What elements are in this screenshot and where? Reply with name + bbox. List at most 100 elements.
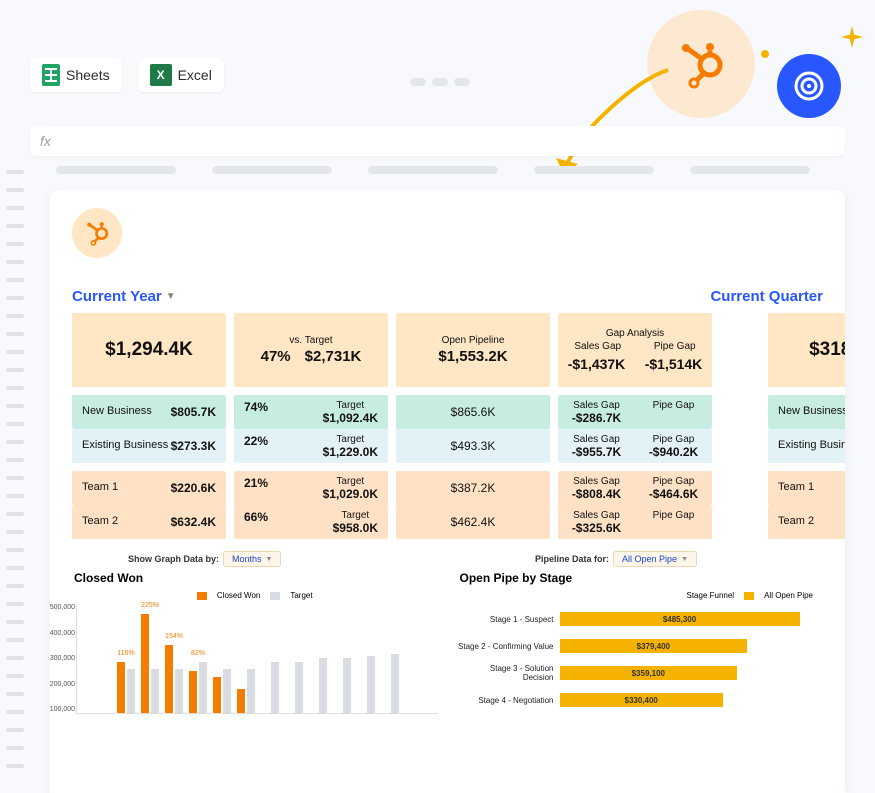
newbiz-label: New Business [82,405,152,419]
newbiz-q-cell: New Business$211.1K [768,395,845,429]
team2-sgap: -$325.6K [572,521,621,535]
existing-pipe: $493.3K [451,439,496,453]
open-pipe-chart: Open Pipe by Stage Stage Funnel All Open… [458,571,824,716]
sales-gap-label: Sales Gap [574,341,621,352]
open-pipeline-title: Open Pipeline [442,335,505,346]
newbiz-sgap: -$286.7K [572,411,621,425]
excel-icon: X [150,64,172,86]
team1-pipe: $387.2K [451,481,496,495]
team1-pct: 21% [244,476,268,501]
closed-won-title: Closed Won [74,571,438,585]
formula-fx-label: fx [40,133,51,149]
open-pipe-legend: Stage Funnel All Open Pipe [458,591,824,600]
team2-value: $632.4K [171,515,216,529]
existing-sgap: -$955.7K [572,445,621,459]
legend-stage-funnel: Stage Funnel [686,591,734,600]
current-quarter-label: Current Quarter [710,288,823,305]
team1-pipe-cell: $387.2K [396,471,550,505]
team1-q-cell: Team 1$8.0K [768,471,845,505]
newbiz-target-label: Target [323,400,378,411]
team1-pgap: -$464.6K [649,487,698,501]
newbiz-q-label: New Business [778,405,845,419]
toolbar-overflow-dots [410,78,470,86]
legend-target: Target [290,591,312,600]
vs-target-cell: vs. Target 47% $2,731K [234,313,388,387]
open-pipeline-cell: Open Pipeline $1,553.2K [396,313,550,387]
existing-label: Existing Business [82,439,168,453]
pipeline-data-label: Pipeline Data for: [535,554,609,564]
newbiz-pct: 74% [244,400,268,425]
team1-gap-cell: Sales Gap-$808.4KPipe Gap-$464.6K [558,471,712,505]
chevron-down-icon: ▼ [266,556,273,563]
integration-toolbar: Sheets X Excel [30,58,224,92]
team2-pgap-label: Pipe Gap [635,510,712,521]
team2-sgap-label: Sales Gap [558,510,635,521]
newbiz-sgap-label: Sales Gap [558,400,635,411]
dashboard-card: Current Year ▼ Current Quarter $1,294.4K… [50,190,845,793]
team2-pipe: $462.4K [451,515,496,529]
existing-target: $1,229.0K [323,445,378,459]
pipe-gap-label: Pipe Gap [654,341,696,352]
curved-arrow-icon [548,60,688,180]
excel-label: Excel [178,67,212,83]
team2-q-cell: Team 2$98.4K [768,505,845,539]
team2-target-cell: 66%Target$958.0K [234,505,388,539]
existing-target-label: Target [323,434,378,445]
legend-all-open-pipe: All Open Pipe [764,591,813,600]
pipeline-data-dropdown[interactable]: All Open Pipe ▼ [613,551,697,567]
team2-target-label: Target [333,510,378,521]
newbiz-target-cell: 74% Target$1,092.4K [234,395,388,429]
team2-q-label: Team 2 [778,515,814,529]
team1-value: $220.6K [171,481,216,495]
newbiz-pipe: $865.6K [451,405,496,419]
legend-swatch-grey [270,592,280,600]
vs-target-pct: 47% [261,348,291,365]
newbiz-pgap-label: Pipe Gap [635,400,712,411]
pipe-gap-value: -$1,514K [645,356,703,372]
graph-data-label: Show Graph Data by: [128,554,219,564]
newbiz-cell: New Business $805.7K [72,395,226,429]
existing-pgap-label: Pipe Gap [635,434,712,445]
pipeline-data-control: Pipeline Data for: All Open Pipe ▼ [535,551,697,567]
newbiz-value: $805.7K [171,405,216,419]
legend-swatch-orange [197,592,207,600]
total-value: $1,294.4K [72,313,226,387]
google-sheets-icon [42,64,60,86]
team2-gap-cell: Sales Gap-$325.6K Pipe Gap [558,505,712,539]
coefficient-bubble [777,54,841,118]
existing-pgap: -$940.2K [649,445,698,459]
pipeline-data-value: All Open Pipe [622,554,677,564]
vs-target-title: vs. Target [289,335,332,346]
chevron-down-icon: ▼ [681,556,688,563]
sparkle-dot-icon [761,50,769,58]
current-year-label: Current Year [72,288,162,305]
row-number-strip [0,170,28,768]
newbiz-pipe-cell: $865.6K [396,395,550,429]
current-quarter-header: Current Quarter [710,288,823,305]
graph-data-dropdown[interactable]: Months▼ [223,551,281,567]
existing-target-cell: 22% Target$1,229.0K [234,429,388,463]
existing-q-cell: Existing Business$27.1K [768,429,845,463]
quarter-total-value: $318.7K [768,313,845,387]
excel-button[interactable]: X Excel [138,58,224,92]
existing-sgap-label: Sales Gap [558,434,635,445]
existing-pct: 22% [244,434,268,459]
open-pipeline-value: $1,553.2K [438,348,507,365]
hubspot-badge [72,208,122,258]
existing-pipe-cell: $493.3K [396,429,550,463]
existing-value: $273.3K [171,439,216,453]
team1-target-cell: 21%Target$1,029.0K [234,471,388,505]
vs-target-value: $2,731K [305,348,362,365]
hubspot-icon [84,220,110,246]
newbiz-gap-cell: Sales Gap-$286.7K Pipe Gap [558,395,712,429]
formula-bar[interactable]: fx [30,126,845,156]
legend-swatch-yellow [744,592,754,600]
closed-won-legend: Closed Won Target [72,591,438,600]
newbiz-target: $1,092.4K [323,411,378,425]
sales-gap-value: -$1,437K [568,356,626,372]
sheets-button[interactable]: Sheets [30,58,122,92]
closed-won-chart: Closed Won Closed Won Target Closed Won … [72,571,438,716]
current-year-dropdown[interactable]: Current Year ▼ [72,288,176,305]
sparkle-icon [841,26,863,48]
team1-target: $1,029.0K [323,487,378,501]
